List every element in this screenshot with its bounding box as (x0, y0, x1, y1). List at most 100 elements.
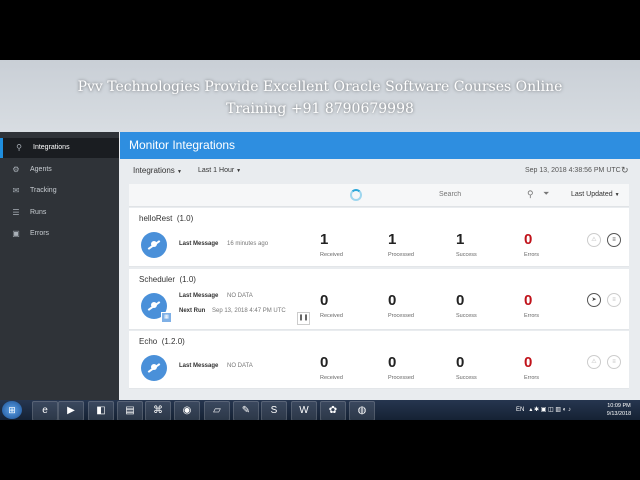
integration-title: helloRest (1.0) (139, 214, 193, 223)
scope-label: Integrations (133, 166, 175, 175)
processed-label: Processed (388, 313, 414, 319)
sidebar-item-integrations[interactable]: ⚲ Integrations (0, 138, 119, 158)
sidebar: ⚲ Integrations ⚙ Agents ✉ Tracking ☰ Run… (0, 132, 119, 402)
errors-count: 0 (524, 354, 533, 371)
word-icon[interactable]: W (291, 401, 317, 420)
last-refresh-timestamp: Sep 13, 2018 4:38:56 PM UTC (525, 167, 621, 174)
search-input[interactable] (439, 191, 499, 198)
envelope-icon: ✉ (12, 186, 20, 195)
calendar-icon: ▦ (161, 312, 172, 323)
filter-icon[interactable]: ⏷ (543, 189, 549, 199)
integration-title: Echo (1.2.0) (139, 337, 185, 346)
integrations-icon: ⚲ (16, 143, 22, 152)
notes-icon[interactable]: ▱ (204, 401, 230, 420)
last-message-value: 16 minutes ago (227, 241, 269, 247)
search-icon[interactable]: ⚲ (527, 189, 534, 200)
integration-card-scheduler[interactable]: Scheduler (1.0) ▦ Last Message NO DATA N… (129, 269, 629, 330)
next-run-label: Next Run (179, 308, 206, 314)
errors-label: Errors (524, 252, 539, 258)
integration-icon (141, 232, 167, 258)
gear-icon: ⚙ (12, 165, 20, 174)
system-tray: EN ▴ ✱ ▣ ◫ ▥ ◐ ♪ (516, 406, 571, 413)
received-label: Received (320, 252, 343, 258)
integration-name: helloRest (139, 214, 173, 223)
paint-icon[interactable]: ✎ (233, 401, 259, 420)
processed-count: 1 (388, 231, 397, 248)
sidebar-item-label: Tracking (30, 187, 57, 194)
processed-label: Processed (388, 252, 414, 258)
sidebar-item-runs[interactable]: ☰ Runs (0, 203, 119, 223)
success-label: Success (456, 375, 477, 381)
sidebar-item-tracking[interactable]: ✉ Tracking (0, 181, 119, 201)
media-player-icon[interactable]: ▶ (58, 401, 84, 420)
tray-icons[interactable]: ▴ ✱ ▣ ◫ ▥ ◐ ♪ (526, 407, 571, 413)
integration-version: (1.2.0) (161, 337, 185, 346)
time-range-dropdown[interactable]: Last 1 Hour ▼ (198, 167, 241, 174)
filter-bar: Integrations ▼ Last 1 Hour ▼ Sep 13, 201… (120, 159, 640, 183)
start-button[interactable]: ⊞ (2, 401, 22, 419)
banner-text: Pvv Technologies Provide Excellent Oracl… (0, 76, 640, 120)
refresh-icon[interactable]: ↻ (621, 165, 629, 176)
success-count: 0 (456, 354, 465, 371)
integration-name: Scheduler (139, 275, 176, 284)
list-icon: ☰ (12, 208, 20, 217)
errors-count: 0 (524, 231, 533, 248)
clock-date: 9/13/2018 (606, 411, 632, 417)
chevron-down-icon: ▼ (236, 168, 242, 174)
received-count: 1 (320, 231, 329, 248)
banner-line-2: Training +91 8790679998 (226, 101, 414, 117)
integration-card-echo[interactable]: Echo (1.2.0) Last Message NO DATA 0 Rece… (129, 331, 629, 389)
integration-card-hellorest[interactable]: helloRest (1.0) Last Message 16 minutes … (129, 208, 629, 267)
integration-name: Echo (139, 337, 158, 346)
errors-label: Errors (524, 375, 539, 381)
cursor-icon[interactable]: ➤ (587, 293, 601, 307)
warning-icon[interactable]: ⚠ (587, 355, 601, 369)
scope-dropdown[interactable]: Integrations ▼ (133, 166, 182, 175)
menu-icon[interactable]: ≡ (607, 293, 621, 307)
errors-label: Errors (524, 313, 539, 319)
sidebar-item-label: Errors (30, 230, 50, 237)
received-count: 0 (320, 354, 329, 371)
last-message-value: NO DATA (227, 293, 253, 299)
explorer-icon[interactable]: ▤ (117, 401, 143, 420)
title-bar: Monitor Integrations (120, 132, 640, 159)
app-icon[interactable]: ✿ (320, 401, 346, 420)
sidebar-item-errors[interactable]: ▣ Errors (0, 224, 119, 244)
success-label: Success (456, 252, 477, 258)
banner-line-1: Pvv Technologies Provide Excellent Oracl… (77, 79, 563, 95)
received-label: Received (320, 313, 343, 319)
sort-dropdown[interactable]: Last Updated ▼ (571, 191, 620, 198)
page-title: Monitor Integrations (129, 138, 236, 152)
integration-icon (141, 355, 167, 381)
received-label: Received (320, 375, 343, 381)
last-message-label: Last Message (179, 241, 219, 247)
loading-spinner-icon (350, 189, 362, 201)
sidebar-item-label: Integrations (33, 144, 70, 151)
chrome-icon[interactable]: ◉ (174, 401, 200, 420)
chevron-down-icon: ▼ (177, 169, 182, 175)
last-message-label: Last Message (179, 363, 219, 369)
pause-button[interactable]: ❚❚ (297, 312, 310, 325)
last-message-label: Last Message (179, 293, 219, 299)
main-panel: Monitor Integrations Integrations ▼ Last… (120, 132, 640, 402)
language-indicator[interactable]: EN (516, 407, 524, 413)
promo-banner: Pvv Technologies Provide Excellent Oracl… (0, 60, 640, 132)
internet-explorer-icon[interactable]: e (32, 401, 58, 420)
menu-icon[interactable]: ≡ (607, 355, 621, 369)
network-icon[interactable]: ⌘ (145, 401, 171, 420)
folder-icon[interactable]: ◧ (88, 401, 114, 420)
time-range-label: Last 1 Hour (198, 167, 235, 174)
next-run-value: Sep 13, 2018 4:47 PM UTC (212, 308, 286, 314)
system-clock[interactable]: 10:09 PM 9/13/2018 (600, 402, 638, 418)
search-bar: ⚲ ⏷ Last Updated ▼ (129, 184, 629, 207)
integration-version: (1.0) (179, 275, 196, 284)
processed-count: 0 (388, 292, 397, 309)
menu-icon[interactable]: ≡ (607, 233, 621, 247)
firefox-icon[interactable]: ◍ (349, 401, 375, 420)
taskbar: ⊞ e ▶ ◧ ▤ ⌘ ◉ ▱ ✎ S W ✿ ◍ EN ▴ ✱ ▣ ◫ ▥ ◐… (0, 400, 640, 420)
sidebar-item-label: Runs (30, 209, 47, 216)
skype-icon[interactable]: S (261, 401, 287, 420)
sidebar-item-agents[interactable]: ⚙ Agents (0, 160, 119, 180)
success-count: 0 (456, 292, 465, 309)
warning-icon[interactable]: ⚠ (587, 233, 601, 247)
